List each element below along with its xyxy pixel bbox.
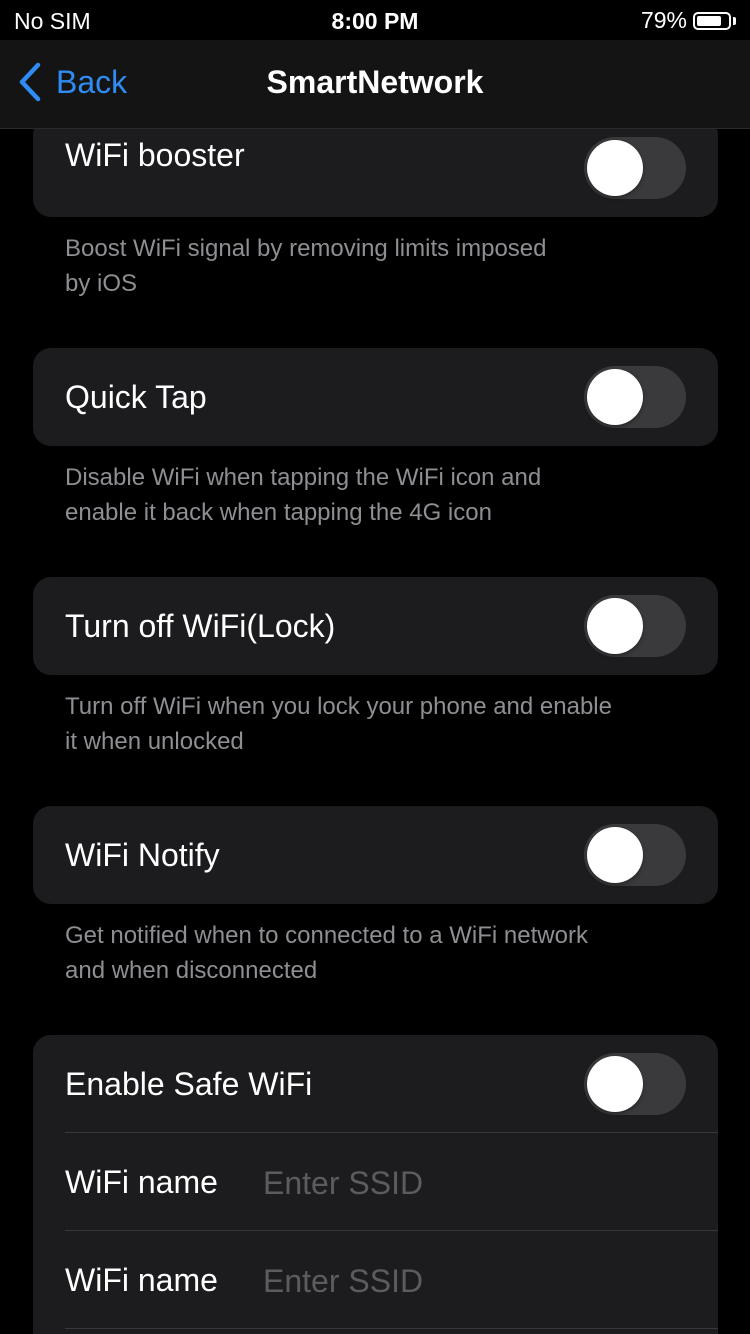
safe-wifi-group: Enable Safe WiFi WiFi name WiFi name	[33, 1035, 718, 1334]
footer-line: and when disconnected	[65, 957, 318, 984]
wifi-notify-toggle[interactable]	[584, 824, 686, 886]
row-separator	[65, 1132, 718, 1133]
setting-label: Quick Tap	[65, 379, 207, 415]
toggle-knob	[587, 1056, 643, 1112]
battery-percent: 79%	[640, 7, 687, 33]
wifi-name-input[interactable]	[263, 1153, 683, 1213]
setting-footer: Disable WiFi when tapping the WiFi icon …	[65, 460, 705, 530]
setting-label: WiFi booster	[65, 137, 245, 173]
setting-wifi-notify: WiFi Notify	[33, 806, 718, 904]
turn-off-wifi-lock-toggle[interactable]	[584, 595, 686, 657]
safe-wifi-label: Enable Safe WiFi	[65, 1066, 313, 1102]
toggle-knob	[587, 140, 643, 196]
toggle-knob	[587, 598, 643, 654]
settings-list[interactable]: WiFi booster Boost WiFi signal by removi…	[0, 129, 750, 1334]
wifi-name-input[interactable]	[263, 1251, 683, 1311]
setting-turn-off-wifi-lock: Turn off WiFi(Lock)	[33, 577, 718, 675]
footer-line: Boost WiFi signal by removing limits imp…	[65, 235, 547, 262]
clock: 8:00 PM	[331, 8, 419, 34]
setting-footer: Turn off WiFi when you lock your phone a…	[65, 689, 705, 759]
setting-footer: Boost WiFi signal by removing limits imp…	[65, 231, 705, 301]
row-separator	[65, 1230, 718, 1231]
footer-line: Turn off WiFi when you lock your phone a…	[65, 693, 612, 720]
footer-line: by iOS	[65, 270, 138, 297]
navigation-bar: Back SmartNetwork	[0, 40, 750, 129]
wifi-name-label: WiFi name	[65, 1164, 218, 1200]
battery-tip	[733, 16, 736, 25]
safe-wifi-toggle[interactable]	[584, 1053, 686, 1115]
quick-tap-toggle[interactable]	[584, 366, 686, 428]
footer-line: it when unlocked	[65, 728, 244, 755]
setting-footer: Get notified when to connected to a WiFi…	[65, 918, 705, 988]
page-title: SmartNetwork	[266, 64, 484, 100]
wifi-booster-toggle[interactable]	[584, 137, 686, 199]
battery-status: 79%	[641, 7, 736, 34]
battery-icon	[693, 11, 731, 30]
setting-label: WiFi Notify	[65, 837, 220, 873]
toggle-knob	[587, 827, 643, 883]
footer-line: Disable WiFi when tapping the WiFi icon …	[65, 464, 542, 491]
setting-wifi-booster: WiFi booster	[33, 129, 718, 217]
setting-label: Turn off WiFi(Lock)	[65, 608, 336, 644]
status-bar: No SIM 8:00 PM 79%	[0, 0, 750, 40]
wifi-name-label: WiFi name	[65, 1262, 218, 1298]
footer-line: enable it back when tapping the 4G icon	[65, 499, 492, 526]
toggle-knob	[587, 369, 643, 425]
row-separator	[65, 1328, 718, 1329]
setting-quick-tap: Quick Tap	[33, 348, 718, 446]
footer-line: Get notified when to connected to a WiFi…	[65, 922, 588, 949]
